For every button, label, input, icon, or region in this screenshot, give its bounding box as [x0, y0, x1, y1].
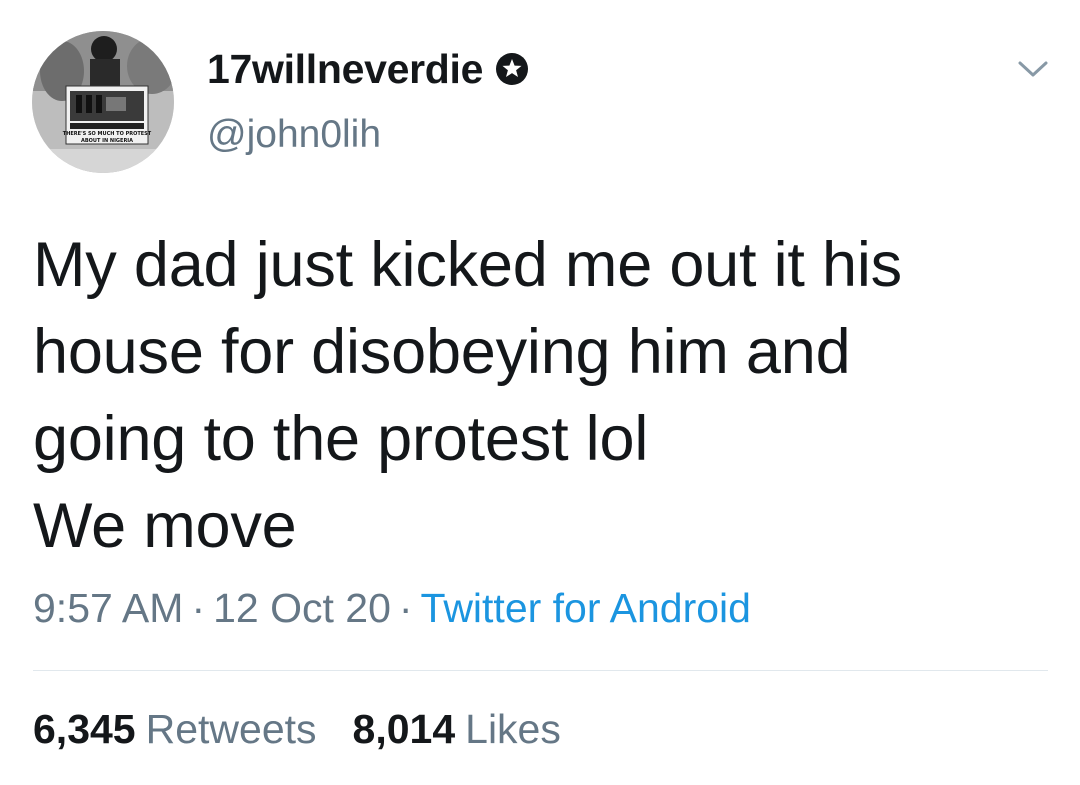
avatar[interactable]: THERE'S SO MUCH TO PROTEST ABOUT IN NIGE… [32, 31, 174, 173]
tweet-card: THERE'S SO MUCH TO PROTEST ABOUT IN NIGE… [0, 0, 1080, 785]
avatar-sign-text-1: THERE'S SO MUCH TO PROTEST [63, 131, 152, 137]
tweet-time[interactable]: 9:57 AM [33, 585, 183, 631]
meta-separator: · [191, 585, 206, 631]
meta-separator: · [398, 585, 413, 631]
avatar-sign-text-2: ABOUT IN NIGERIA [81, 138, 133, 144]
tweet-meta: 9:57 AM · 12 Oct 20 · Twitter for Android [33, 585, 751, 632]
display-name: 17willneverdie [207, 45, 484, 92]
retweets-label: Retweets [145, 706, 317, 752]
display-name-row[interactable]: 17willneverdie [207, 44, 529, 94]
tweet-text-line: My dad just kicked me out it his [33, 230, 902, 300]
retweets-count: 6,345 [33, 706, 136, 752]
retweets-stat[interactable]: 6,345 Retweets [33, 706, 317, 753]
tweet-stats: 6,345 Retweets 8,014 Likes [33, 706, 597, 753]
likes-label: Likes [465, 706, 561, 752]
tweet-text: My dad just kicked me out it his house f… [33, 222, 1053, 570]
verified-badge-icon [495, 52, 529, 86]
tweet-text-line: We move [33, 491, 297, 561]
tweet-text-line: going to the protest lol [33, 404, 649, 474]
user-handle[interactable]: @john0lih [207, 113, 381, 157]
tweet-source-link[interactable]: Twitter for Android [421, 585, 751, 631]
tweet-date[interactable]: 12 Oct 20 [213, 585, 391, 631]
chevron-down-icon[interactable] [1016, 56, 1050, 82]
divider [33, 670, 1048, 671]
tweet-text-line: house for disobeying him and [33, 317, 851, 387]
avatar-photo: THERE'S SO MUCH TO PROTEST ABOUT IN NIGE… [32, 31, 174, 173]
likes-stat[interactable]: 8,014 Likes [353, 706, 561, 753]
likes-count: 8,014 [352, 706, 456, 752]
